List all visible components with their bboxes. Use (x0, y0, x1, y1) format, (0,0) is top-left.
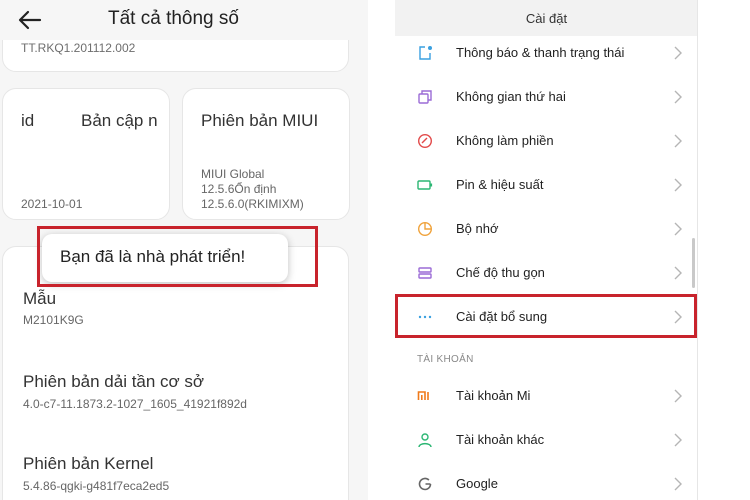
settings-item-label: Pin & hiệu suất (456, 177, 544, 192)
chevron-right-icon (674, 46, 682, 60)
android-version-label: id (21, 111, 35, 130)
baseband-title: Phiên bản dải tần cơ sở (23, 372, 205, 391)
settings-item-battery[interactable]: Pin & hiệu suất (395, 163, 698, 207)
model-title: Mẫu (23, 289, 57, 308)
kernel-title: Phiên bản Kernel (23, 454, 154, 473)
back-arrow-icon[interactable] (16, 6, 44, 34)
chevron-right-icon (674, 90, 682, 104)
divider (697, 0, 698, 500)
security-update-label: Bản cập n (81, 111, 158, 130)
settings-item-second-space[interactable]: Không gian thứ hai (395, 75, 698, 119)
model-value: M2101K9G (23, 313, 84, 327)
settings-title: Cài đặt (525, 11, 568, 26)
miui-line-1: MIUI Global (201, 167, 265, 181)
chevron-right-icon (674, 178, 682, 192)
baseband-value: 4.0-c7-11.1873.2-1027_1605_41921f892d (23, 397, 247, 411)
miui-version-card[interactable]: Phiên bản MIUI MIUI Global 12.5.6Ổn định… (182, 88, 350, 220)
chevron-right-icon (674, 389, 682, 403)
settings-item-label: Không gian thứ hai (456, 89, 566, 104)
mi-icon (417, 391, 429, 400)
settings-item-storage[interactable]: Bộ nhớ (395, 207, 698, 251)
miui-line-3: 12.5.6.0(RKIMIXM) (201, 197, 304, 211)
chevron-right-icon (674, 266, 682, 280)
miui-line-2: 12.5.6Ổn định (201, 182, 277, 196)
compact-mode-icon (418, 267, 432, 279)
settings-item-mi-account[interactable]: Tài khoản Mi (395, 374, 698, 418)
row-highlight-box (395, 294, 697, 338)
section-header-accounts: TÀI KHOẢN (417, 354, 474, 365)
chevron-right-icon (674, 477, 682, 491)
settings-item-label: Chế độ thu gọn (456, 265, 545, 280)
miui-version-title: Phiên bản MIUI (201, 111, 319, 130)
do-not-disturb-icon (417, 133, 433, 149)
settings-item-label: Bộ nhớ (456, 221, 499, 236)
security-update-date: 2021-10-01 (21, 197, 83, 211)
chevron-right-icon (674, 134, 682, 148)
build-number-text: TT.RKQ1.201112.002 (21, 41, 136, 55)
top-bar: Tất cả thông số (0, 0, 368, 40)
kernel-value: 5.4.86-qgki-g481f7eca2ed5 (23, 479, 170, 493)
toast-highlight-box (37, 226, 318, 287)
right-screen: Cài đặt Thông báo & thanh trạng thái Khô… (395, 0, 698, 500)
settings-item-compact-mode[interactable]: Chế độ thu gọn (395, 251, 698, 295)
settings-item-label: Không làm phiền (456, 133, 554, 148)
chevron-right-icon (674, 222, 682, 236)
storage-icon (417, 221, 433, 237)
miui-version-values: MIUI Global 12.5.6Ổn định 12.5.6.0(RKIMI… (201, 167, 304, 212)
settings-item-label: Thông báo & thanh trạng thái (456, 45, 625, 60)
second-space-icon (418, 90, 432, 104)
battery-icon (417, 180, 433, 190)
user-icon (418, 433, 432, 448)
settings-item-google[interactable]: Google (395, 462, 698, 500)
google-icon (418, 477, 432, 491)
settings-item-label: Tài khoản khác (456, 432, 545, 447)
settings-item-label: Google (456, 476, 498, 491)
android-version-card[interactable]: id Bản cập n 2021-10-01 (2, 88, 170, 220)
scrollbar[interactable] (692, 238, 695, 288)
settings-item-notifications[interactable]: Thông báo & thanh trạng thái (395, 31, 698, 75)
settings-item-other-accounts[interactable]: Tài khoản khác (395, 418, 698, 462)
settings-item-label: Tài khoản Mi (456, 388, 531, 403)
page-title: Tất cả thông số (108, 8, 239, 29)
chevron-right-icon (674, 433, 682, 447)
settings-item-do-not-disturb[interactable]: Không làm phiền (395, 119, 698, 163)
notification-icon (419, 46, 432, 60)
